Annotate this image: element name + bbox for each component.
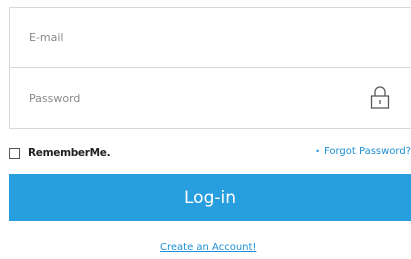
password-field[interactable] [10,68,411,129]
email-field-container [10,8,411,68]
remember-me-label: RememberMe. [28,147,111,159]
remember-me: RememberMe. [9,147,111,159]
lock-icon [370,85,390,111]
forgot-password-label: Forgot Password? [323,146,411,157]
password-field-container [10,68,411,129]
create-account-link[interactable]: Create an Account! [160,242,256,254]
login-form [9,7,411,129]
email-field[interactable] [10,8,411,67]
forgot-password-link[interactable]: • Forgot Password? [315,146,411,158]
login-button[interactable]: Log-in [9,174,411,221]
remember-me-checkbox[interactable] [9,147,20,159]
bullet-icon: • [315,147,320,156]
